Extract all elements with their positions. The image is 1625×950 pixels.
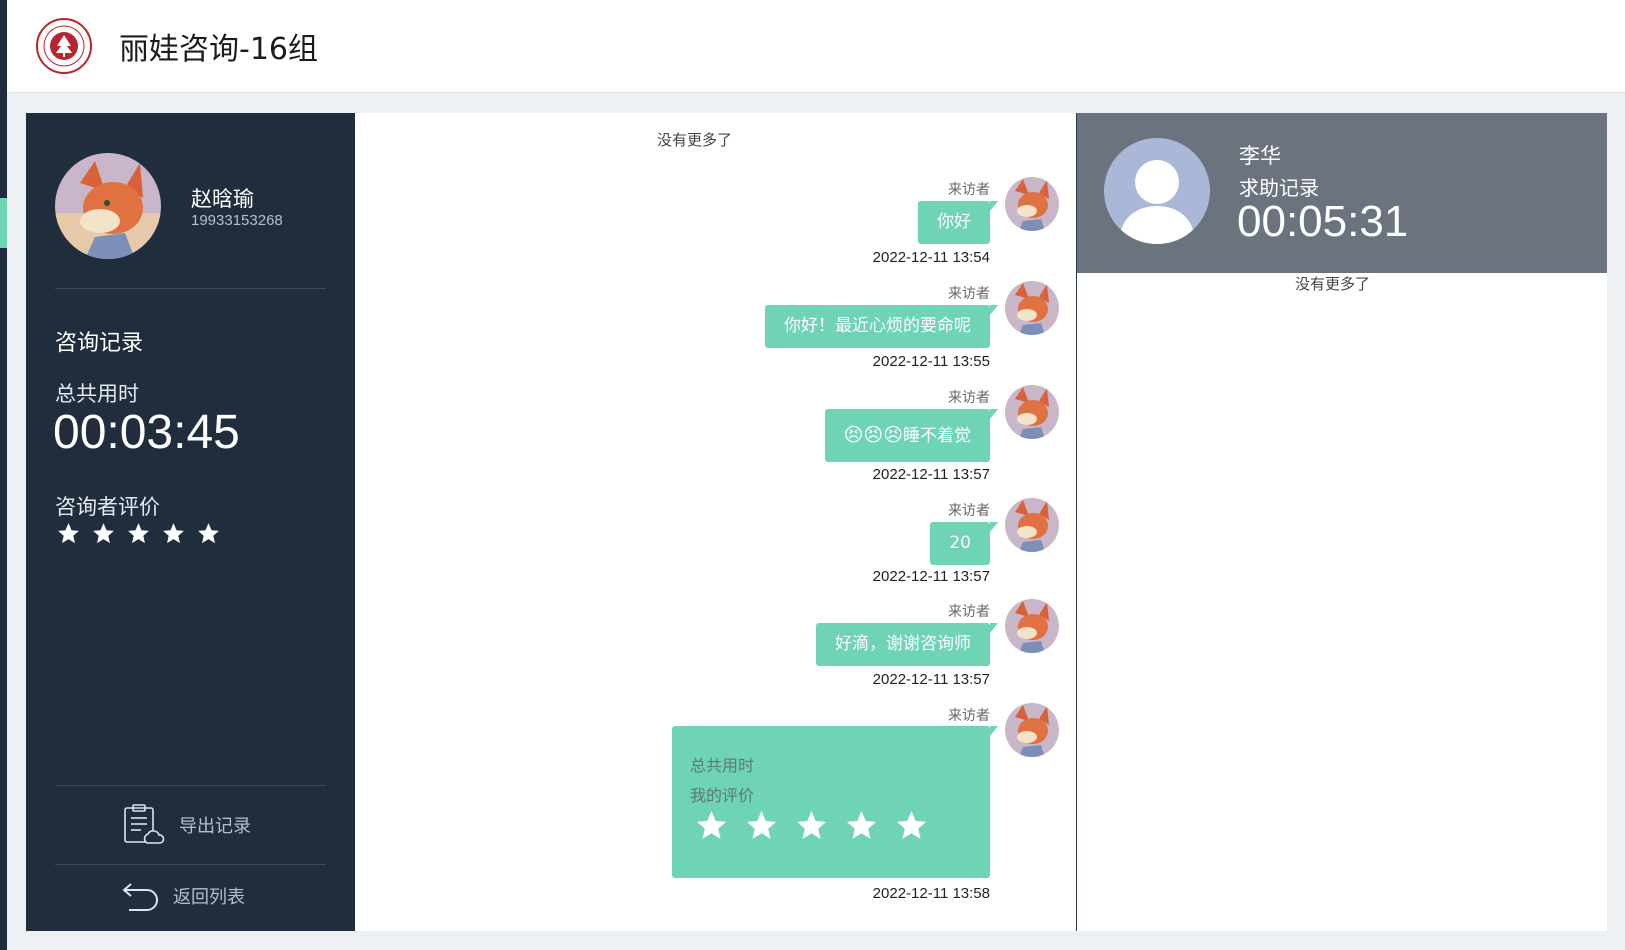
chat-message-card: 来访者 总共用时 我的评价 2022-12-11 13:58 <box>355 703 1076 931</box>
rating-card: 总共用时 我的评价 <box>672 726 998 878</box>
chat-message: 来访者 你好 2022-12-11 13:54 <box>355 177 1076 287</box>
left-edge-bar <box>0 0 7 950</box>
divider <box>55 785 326 786</box>
star-icon <box>128 523 149 544</box>
message-bubble: 你好！最近心烦的要命呢 <box>765 305 998 348</box>
back-to-list-button[interactable]: 返回列表 <box>121 878 245 914</box>
message-time: 2022-12-11 13:57 <box>872 568 990 585</box>
counselor-name: 李华 <box>1239 144 1281 168</box>
message-bubble: 你好 <box>918 201 998 244</box>
sender-label: 来访者 <box>948 604 990 620</box>
chat-message: 来访者 好滴，谢谢咨询师 2022-12-11 13:57 <box>355 599 1076 709</box>
message-time: 2022-12-11 13:57 <box>872 671 990 688</box>
app-header: 丽娃咨询-16组 <box>7 0 1625 93</box>
chat-area[interactable]: 没有更多了 来访者 你好 2022-12-11 13:54 来访者 你好！最近心… <box>355 113 1077 931</box>
visitor-avatar <box>1005 281 1059 335</box>
user-phone: 19933153268 <box>191 212 283 229</box>
no-more-text: 没有更多了 <box>657 131 733 149</box>
total-time-value: 00:03:45 <box>53 406 240 459</box>
profile-panel: 赵晗瑜 19933153268 咨询记录 总共用时 00:03:45 咨询者评价… <box>26 113 355 931</box>
divider <box>55 288 326 289</box>
chat-message: 来访者 20 2022-12-11 13:57 <box>355 498 1076 608</box>
active-indicator <box>0 198 7 248</box>
chat-message: 来访者 你好！最近心烦的要命呢 2022-12-11 13:55 <box>355 281 1076 391</box>
message-bubble: 好滴，谢谢咨询师 <box>816 623 998 666</box>
message-text: 睡不着觉 <box>903 426 971 446</box>
rating-stars <box>56 521 221 546</box>
star-icon <box>896 810 927 839</box>
visitor-avatar <box>1005 599 1059 653</box>
message-time: 2022-12-11 13:54 <box>872 249 990 266</box>
user-avatar <box>55 153 161 259</box>
sender-label: 来访者 <box>948 503 990 519</box>
clipboard-cloud-icon <box>124 804 165 844</box>
star-icon <box>58 523 79 544</box>
total-time-label: 总共用时 <box>55 382 139 406</box>
app-title: 丽娃咨询-16组 <box>119 32 318 67</box>
rating-label: 咨询者评价 <box>55 495 160 519</box>
sender-label: 来访者 <box>948 708 990 724</box>
card-rating-stars <box>694 808 929 843</box>
sender-label: 来访者 <box>948 286 990 302</box>
message-time: 2022-12-11 13:55 <box>872 353 990 370</box>
visitor-avatar <box>1005 498 1059 552</box>
message-bubble: 20 <box>930 522 998 565</box>
no-more-text: 没有更多了 <box>1295 275 1371 293</box>
divider <box>55 864 326 865</box>
star-icon <box>796 810 827 839</box>
visitor-avatar <box>1005 385 1059 439</box>
message-bubble: 😣😣😣睡不着觉 <box>824 409 999 462</box>
main-container: 赵晗瑜 19933153268 咨询记录 总共用时 00:03:45 咨询者评价… <box>26 113 1607 931</box>
chat-message: 来访者 😣😣😣睡不着觉 2022-12-11 13:57 <box>355 385 1076 495</box>
emoji-text: 😣😣😣 <box>843 424 903 446</box>
star-icon <box>93 523 114 544</box>
export-record-label: 导出记录 <box>179 816 251 837</box>
card-total-label: 总共用时 <box>690 756 755 775</box>
visitor-avatar <box>1005 703 1059 757</box>
right-panel: 李华 求助记录 00:05:31 没有更多了 <box>1077 113 1607 931</box>
message-time: 2022-12-11 13:58 <box>872 885 990 902</box>
sender-label: 来访者 <box>948 390 990 406</box>
section-title: 咨询记录 <box>55 331 144 356</box>
university-logo-icon <box>36 18 92 74</box>
return-arrow-icon <box>122 883 158 911</box>
card-rating-label: 我的评价 <box>690 786 755 805</box>
star-icon <box>846 810 877 839</box>
star-icon <box>163 523 184 544</box>
visitor-avatar <box>1005 177 1059 231</box>
sender-label: 来访者 <box>948 182 990 198</box>
star-icon <box>746 810 777 839</box>
message-time: 2022-12-11 13:57 <box>872 466 990 483</box>
help-record-time: 00:05:31 <box>1237 197 1409 246</box>
right-panel-header: 李华 求助记录 00:05:31 <box>1077 113 1607 273</box>
back-to-list-label: 返回列表 <box>173 887 245 908</box>
star-icon <box>198 523 219 544</box>
default-avatar-icon <box>1104 138 1210 244</box>
user-name: 赵晗瑜 <box>191 187 254 211</box>
star-icon <box>696 810 727 839</box>
export-record-button[interactable]: 导出记录 <box>121 803 251 847</box>
